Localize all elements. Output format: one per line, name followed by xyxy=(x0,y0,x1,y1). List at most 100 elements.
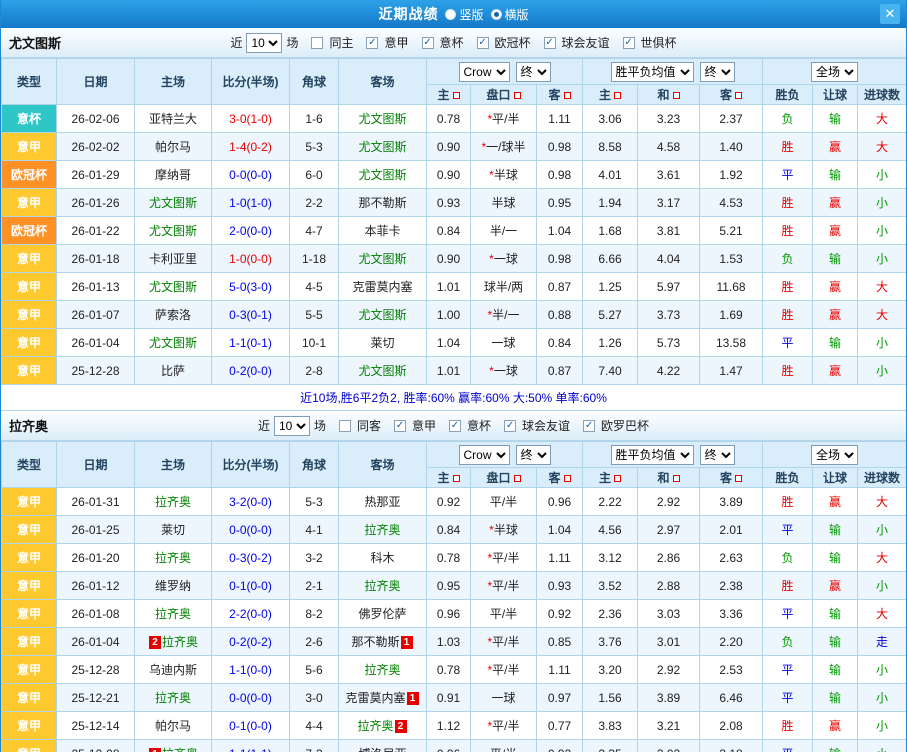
table-row: 意甲 26-01-04 尤文图斯 1-1(0-1) 10-1 莱切 1.04 一球 0.84 1.… xyxy=(1,328,906,357)
scope-select[interactable]: 全场 xyxy=(811,444,859,465)
layout-radio-horizontal[interactable]: 横版 xyxy=(490,6,529,23)
avg-type-select[interactable]: 胜平负均值 xyxy=(610,61,694,82)
handicap-cell: *平/半 xyxy=(470,571,537,600)
avg-stage-select[interactable]: 终 xyxy=(699,444,735,465)
layout-radio-vertical[interactable]: 竖版 xyxy=(445,6,484,23)
window-title: 近期战绩 xyxy=(378,6,439,22)
away-team-cell: 克雷莫内塞 xyxy=(338,272,427,301)
titlebar-center: 近期战绩 竖版 横版 xyxy=(1,4,906,24)
avg-type-select[interactable]: 胜平负均值 xyxy=(610,444,694,465)
checkbox-意甲[interactable]: ✓ xyxy=(393,419,406,432)
bookmaker-select[interactable]: Crow xyxy=(458,61,510,82)
away-team-cell: 克雷莫内塞 1 xyxy=(338,683,427,712)
corner-cell: 4-1 xyxy=(289,515,339,544)
checkbox-世俱杯[interactable]: ✓ xyxy=(622,36,635,49)
scope-select[interactable]: 全场 xyxy=(811,61,859,82)
checkbox-球会友谊[interactable]: ✓ xyxy=(543,36,556,49)
handicap-text: 半/一 xyxy=(492,308,520,322)
away-avg-cell: 1.40 xyxy=(698,132,764,161)
sort-checkbox-icon[interactable] xyxy=(563,475,571,483)
home-odds-cell: 0.78 xyxy=(426,543,471,572)
sort-checkbox-icon[interactable] xyxy=(563,92,571,100)
corner-cell: 8-2 xyxy=(289,599,339,628)
sort-checkbox-icon[interactable] xyxy=(735,475,743,483)
goals-result-cell: 小 xyxy=(857,188,906,217)
corner-cell: 2-6 xyxy=(289,627,339,656)
date-cell: 26-02-02 xyxy=(56,132,135,161)
sort-checkbox-icon[interactable] xyxy=(614,475,621,483)
table-row: 意甲 26-01-12 维罗纳 0-1(0-0) 2-1 拉齐奥 0.95 *平/半 0.93 3… xyxy=(1,571,906,600)
odds-stage-select[interactable]: 终 xyxy=(515,444,551,465)
sort-checkbox-icon[interactable] xyxy=(735,92,743,100)
match-count-select[interactable]: 10 xyxy=(273,415,310,436)
handicap-cell: 一球 xyxy=(470,683,537,712)
goals-result-cell: 小 xyxy=(857,683,906,712)
wdl-result-cell: 平 xyxy=(762,655,814,684)
bookmaker-select[interactable]: Crow xyxy=(458,444,510,465)
wdl-result-cell: 平 xyxy=(762,683,814,712)
sort-checkbox-icon[interactable] xyxy=(672,475,680,483)
filter-controls: 近 10 场 同主 ✓ 意甲 ✓ 意杯 ✓ 欧冠杯 ✓ 球会友谊 ✓ 世俱杯 xyxy=(230,32,677,53)
checkbox-意杯[interactable]: ✓ xyxy=(421,36,434,49)
draw-avg-cell: 4.04 xyxy=(637,244,700,273)
corner-cell: 4-4 xyxy=(289,711,339,740)
home-team-cell: 1拉齐奥 xyxy=(134,739,212,752)
close-icon[interactable]: ✕ xyxy=(880,4,900,24)
draw-avg-cell: 4.22 xyxy=(637,356,700,385)
sort-checkbox-icon[interactable] xyxy=(513,92,521,100)
sort-checkbox-icon[interactable] xyxy=(672,92,680,100)
draw-avg-cell: 3.01 xyxy=(637,627,700,656)
match-type-cell: 意甲 xyxy=(1,300,57,329)
away-avg-cell: 3.89 xyxy=(698,487,764,516)
away-avg-cell: 6.46 xyxy=(698,683,764,712)
draw-avg-cell: 3.61 xyxy=(637,160,700,189)
score-cell: 1-0(0-0) xyxy=(211,244,290,273)
draw-avg-cell: 2.86 xyxy=(637,543,700,572)
home-odds-cell: 0.91 xyxy=(426,683,471,712)
handicap-text: 平/半 xyxy=(492,112,520,126)
checkbox-同客[interactable] xyxy=(338,419,351,432)
goals-result-cell: 小 xyxy=(857,711,906,740)
checkbox-欧冠杯[interactable]: ✓ xyxy=(476,36,489,49)
col-header: 主场 xyxy=(134,58,212,105)
handicap-text: 半球 xyxy=(493,168,518,182)
table-row: 意甲 26-01-31 拉齐奥 3-2(0-0) 5-3 热那亚 0.92 平/半 0.96 2.… xyxy=(1,487,906,516)
wdl-result-cell: 胜 xyxy=(762,711,814,740)
home-team-name: 帕尔马 xyxy=(154,140,191,154)
goals-result-cell: 小 xyxy=(857,655,906,684)
checkbox-同主[interactable] xyxy=(311,36,324,49)
table-row: 意杯 26-02-06 亚特兰大 3-0(1-0) 1-6 尤文图斯 0.78 *平/半 1.1… xyxy=(1,104,906,133)
away-team-cell: 尤文图斯 xyxy=(338,244,427,273)
match-type-cell: 意甲 xyxy=(1,599,57,628)
red-card-badge: 1 xyxy=(400,636,413,650)
match-count-select[interactable]: 10 xyxy=(246,32,283,53)
away-team-cell: 佛罗伦萨 xyxy=(338,599,427,628)
date-cell: 26-01-25 xyxy=(56,515,135,544)
table-row: 意甲 26-01-18 卡利亚里 1-0(0-0) 1-18 尤文图斯 0.90 *一球 0.9… xyxy=(1,244,906,273)
handicap-result-cell: 赢 xyxy=(812,571,859,600)
draw-avg-cell: 2.88 xyxy=(637,571,700,600)
away-odds-cell: 1.11 xyxy=(536,104,583,133)
score-cell: 0-0(0-0) xyxy=(211,683,290,712)
handicap-cell: 半/一 xyxy=(470,216,537,245)
checkbox-欧罗巴杯[interactable]: ✓ xyxy=(583,419,596,432)
sort-checkbox-icon[interactable] xyxy=(513,475,521,483)
avg-stage-select[interactable]: 终 xyxy=(699,61,735,82)
home-avg-cell: 3.06 xyxy=(582,104,638,133)
sort-checkbox-icon[interactable] xyxy=(452,92,460,100)
date-cell: 26-01-04 xyxy=(56,627,135,656)
checkbox-球会友谊[interactable]: ✓ xyxy=(504,419,517,432)
odds-stage-select[interactable]: 终 xyxy=(515,61,551,82)
checkbox-意甲[interactable]: ✓ xyxy=(366,36,379,49)
corner-cell: 2-1 xyxy=(289,571,339,600)
handicap-text: 平/半 xyxy=(492,579,520,593)
sections-container: 尤文图斯近 10 场同主 ✓ 意甲 ✓ 意杯 ✓ 欧冠杯 ✓ 球会友谊 ✓ 世俱杯 类型 日期 主场 比分(半场… xyxy=(1,28,906,752)
checkbox-意杯[interactable]: ✓ xyxy=(449,419,461,432)
away-odds-cell: 0.92 xyxy=(536,739,583,752)
draw-avg-cell: 2.92 xyxy=(637,655,700,684)
corner-cell: 4-5 xyxy=(289,272,339,301)
sort-checkbox-icon[interactable] xyxy=(614,92,621,100)
sort-checkbox-icon[interactable] xyxy=(452,475,460,483)
home-team-name: 拉齐奥 xyxy=(154,607,191,621)
goals-result-cell: 大 xyxy=(857,272,906,301)
